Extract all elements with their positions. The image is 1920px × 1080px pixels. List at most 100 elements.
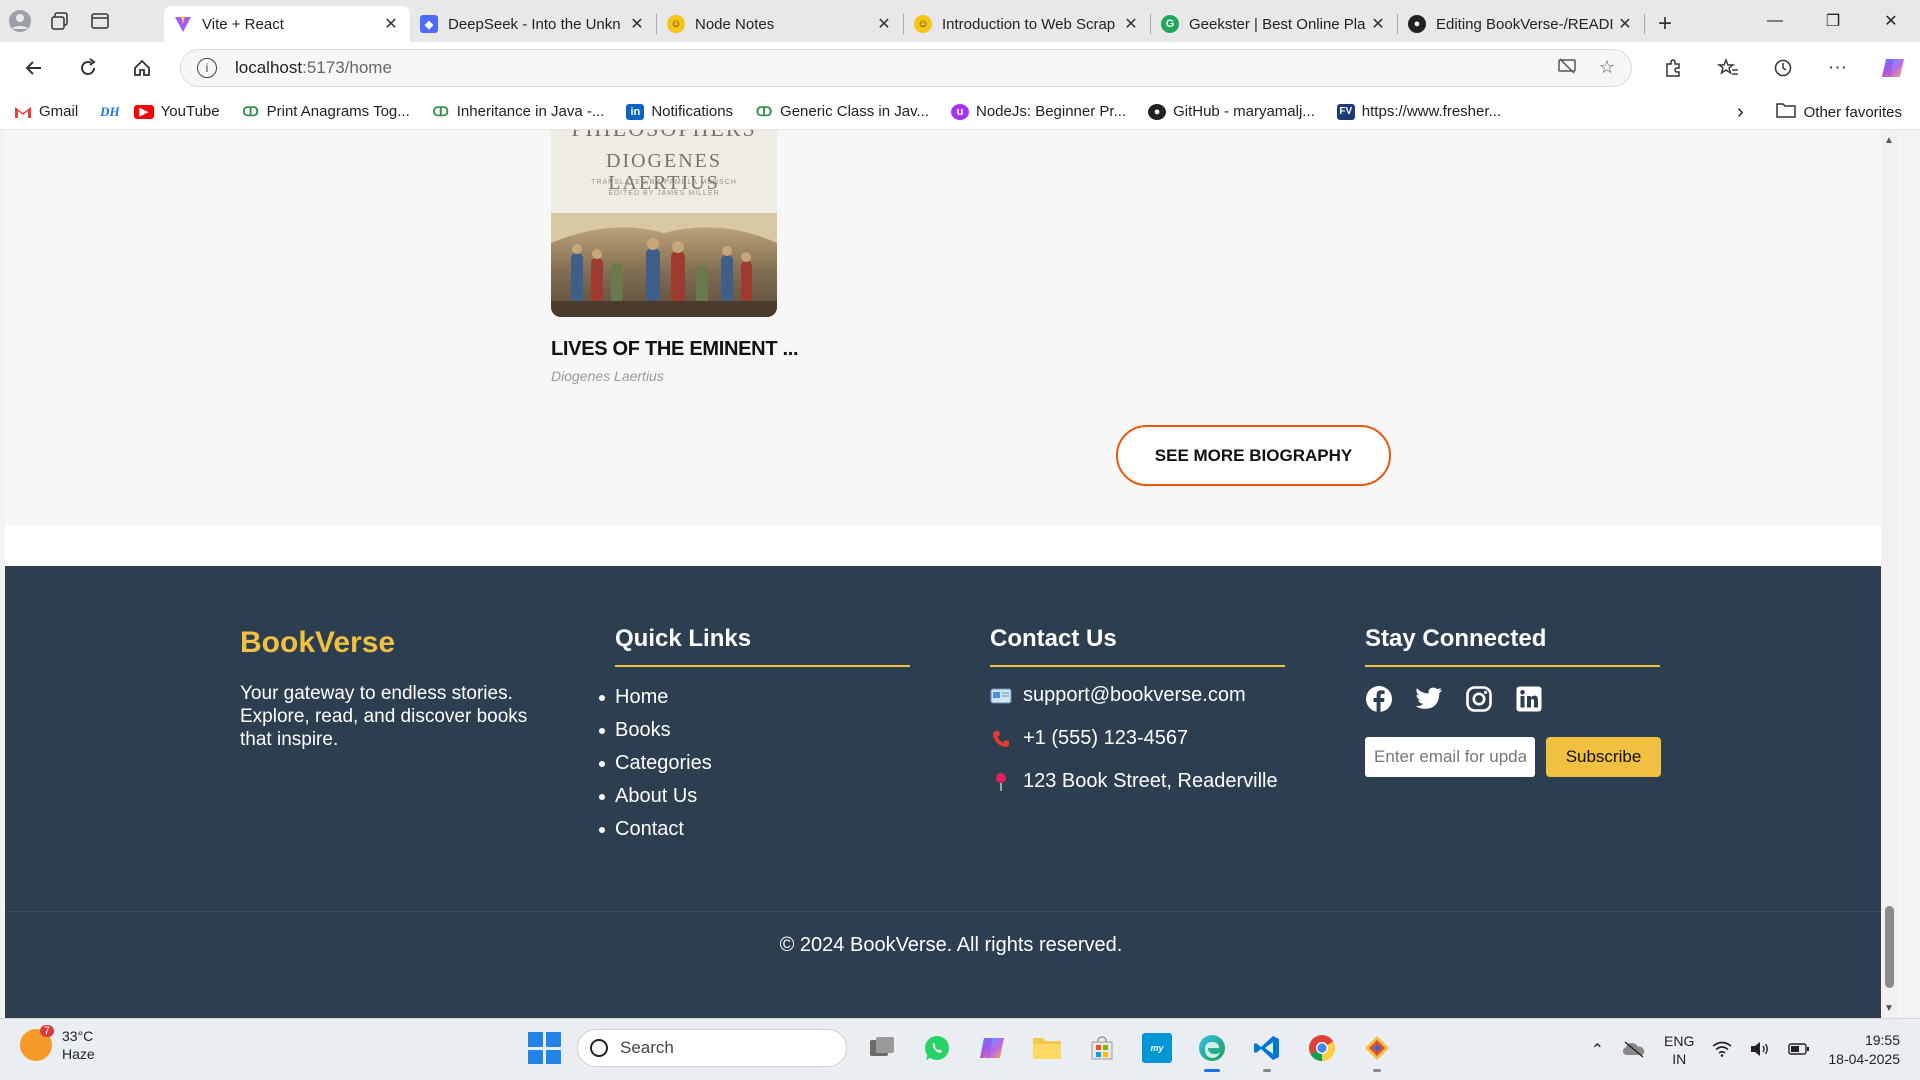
file-explorer-icon[interactable] [1027, 1028, 1067, 1068]
linkedin-icon[interactable] [1515, 685, 1543, 713]
close-tab-icon[interactable]: ✕ [1616, 14, 1634, 34]
email-icon [990, 688, 1012, 704]
bookmark-nodejs[interactable]: u NodeJs: Beginner Pr... [951, 103, 1126, 120]
tab-deepseek[interactable]: ◆ DeepSeek - Into the Unkn ✕ [410, 6, 656, 42]
weather-badge: 7 [39, 1025, 54, 1037]
close-tab-icon[interactable]: ✕ [1369, 14, 1387, 34]
chevron-up-icon[interactable]: ⌃ [1591, 1040, 1604, 1060]
quick-link-categories[interactable]: Categories [599, 747, 910, 780]
close-tab-icon[interactable]: ✕ [875, 14, 893, 34]
bookmark-gmail[interactable]: Gmail [14, 103, 78, 120]
bookmark-inheritance-java[interactable]: ↀ Inheritance in Java -... [432, 103, 605, 120]
tracking-prevention-icon[interactable] [1557, 57, 1577, 80]
chrome-icon[interactable] [1302, 1028, 1342, 1068]
bookmark-label: GitHub - maryamalj... [1173, 103, 1315, 120]
close-window-button[interactable]: ✕ [1862, 0, 1920, 42]
bookmark-dh[interactable]: DH [100, 104, 120, 120]
subscribe-button[interactable]: Subscribe [1546, 737, 1661, 777]
tab-geekster[interactable]: G Geekster | Best Online Pla ✕ [1151, 6, 1397, 42]
facebook-icon[interactable] [1365, 685, 1393, 713]
minimize-button[interactable]: — [1746, 0, 1804, 42]
myhp-icon[interactable]: my [1137, 1028, 1177, 1068]
chevron-right-icon[interactable]: › [1737, 101, 1744, 124]
book-cover[interactable]: PHILOSOPHERS DIOGENES LAERTIUS TRANSLATE… [551, 130, 777, 317]
close-tab-icon[interactable]: ✕ [1122, 14, 1140, 34]
copilot-app-icon[interactable] [972, 1028, 1012, 1068]
more-menu-icon[interactable]: ··· [1810, 57, 1865, 79]
tab-vite-react[interactable]: Vite + React ✕ [164, 6, 410, 42]
quick-link-about[interactable]: About Us [599, 780, 910, 813]
input-language[interactable]: ENG IN [1664, 1032, 1694, 1068]
new-tab-button[interactable]: + [1645, 6, 1685, 42]
task-view-icon[interactable] [862, 1028, 902, 1068]
scrollbar-thumb[interactable] [1885, 906, 1894, 988]
language-code: ENG [1664, 1033, 1695, 1049]
git-tool-icon[interactable] [1357, 1028, 1397, 1072]
wifi-icon[interactable] [1712, 1041, 1732, 1060]
bookmark-notifications[interactable]: in Notifications [626, 103, 733, 120]
social-links [1365, 685, 1661, 713]
volume-icon[interactable] [1750, 1041, 1770, 1060]
battery-icon[interactable] [1788, 1042, 1810, 1059]
weather-temperature: 33°C [62, 1028, 94, 1044]
instagram-icon[interactable] [1465, 685, 1493, 713]
onedrive-icon[interactable] [1622, 1040, 1646, 1061]
book-title[interactable]: LIVES OF THE EMINENT ... [551, 338, 799, 361]
taskbar-search[interactable]: Search [577, 1029, 847, 1067]
subscribe-form: Subscribe [1365, 737, 1661, 777]
scroll-up-icon[interactable]: ▲ [1881, 132, 1897, 148]
subscribe-email-input[interactable] [1365, 737, 1535, 777]
windows-start-icon[interactable] [526, 1030, 562, 1066]
system-clock[interactable]: 19:55 18-04-2025 [1828, 1031, 1900, 1069]
copyright-text: © 2024 BookVerse. All rights reserved. [779, 934, 1123, 956]
bookmark-youtube[interactable]: ▶ YouTube [133, 103, 220, 120]
site-footer: BookVerse Your gateway to endless storie… [5, 566, 1897, 1018]
quick-link-home[interactable]: Home [599, 681, 910, 714]
close-tab-icon[interactable]: ✕ [382, 14, 400, 34]
copilot-icon[interactable] [1865, 55, 1920, 81]
vertical-tabs-icon[interactable] [80, 0, 120, 42]
close-tab-icon[interactable]: ✕ [628, 14, 646, 34]
other-favorites[interactable]: Other favorites [1804, 104, 1902, 121]
bookmark-freshersvoice[interactable]: FV https://www.fresher... [1336, 103, 1501, 120]
bullet-icon [599, 727, 605, 734]
weather-widget[interactable]: 7 33°C Haze [20, 1025, 95, 1063]
site-info-icon[interactable]: i [197, 58, 217, 78]
tab-github-readme[interactable]: ● Editing BookVerse-/READI ✕ [1398, 6, 1644, 42]
url-field[interactable]: i localhost:5173/home ☆ [180, 49, 1632, 87]
extensions-icon[interactable] [1645, 58, 1700, 78]
tab-web-scraping[interactable]: ☺ Introduction to Web Scrap ✕ [904, 6, 1150, 42]
scroll-down-icon[interactable]: ▼ [1881, 1000, 1897, 1016]
favorite-star-icon[interactable]: ☆ [1599, 57, 1615, 80]
see-more-biography-button[interactable]: SEE MORE BIOGRAPHY [1116, 425, 1391, 486]
home-button[interactable] [118, 48, 166, 88]
quick-link-books[interactable]: Books [599, 714, 910, 747]
vscode-icon[interactable] [1247, 1028, 1287, 1072]
profile-icon[interactable] [0, 0, 40, 42]
twitter-icon[interactable] [1415, 685, 1443, 713]
url-text[interactable]: localhost:5173/home [235, 58, 1557, 78]
edge-browser-icon[interactable] [1192, 1028, 1232, 1072]
history-icon[interactable] [1755, 58, 1810, 78]
tab-node-notes[interactable]: ☺ Node Notes ✕ [657, 6, 903, 42]
favorites-icon[interactable] [1700, 58, 1755, 78]
weather-condition: Haze [62, 1046, 95, 1062]
bookmark-github[interactable]: ● GitHub - maryamalj... [1148, 103, 1315, 120]
restore-button[interactable]: ❐ [1804, 0, 1862, 42]
contact-phone-text[interactable]: +1 (555) 123-4567 [1023, 727, 1188, 750]
quick-link-label: Categories [615, 752, 712, 774]
bookmark-print-anagrams[interactable]: ↀ Print Anagrams Tog... [242, 103, 410, 120]
whatsapp-icon[interactable] [917, 1028, 957, 1068]
refresh-button[interactable] [64, 48, 112, 88]
bookmark-generic-class[interactable]: ↀ Generic Class in Jav... [755, 103, 929, 120]
udemy-icon: u [951, 103, 969, 120]
ms-store-icon[interactable] [1082, 1028, 1122, 1068]
page-scrollbar[interactable]: ▲ ▼ [1881, 130, 1897, 1018]
contact-heading: Contact Us [990, 625, 1285, 667]
quick-link-contact[interactable]: Contact [599, 813, 910, 846]
back-button[interactable] [10, 48, 58, 88]
smiley-icon: ☺ [914, 15, 932, 33]
weather-text: 33°C Haze [62, 1027, 95, 1063]
contact-email-text[interactable]: support@bookverse.com [1023, 684, 1246, 707]
workspaces-icon[interactable] [40, 0, 80, 42]
